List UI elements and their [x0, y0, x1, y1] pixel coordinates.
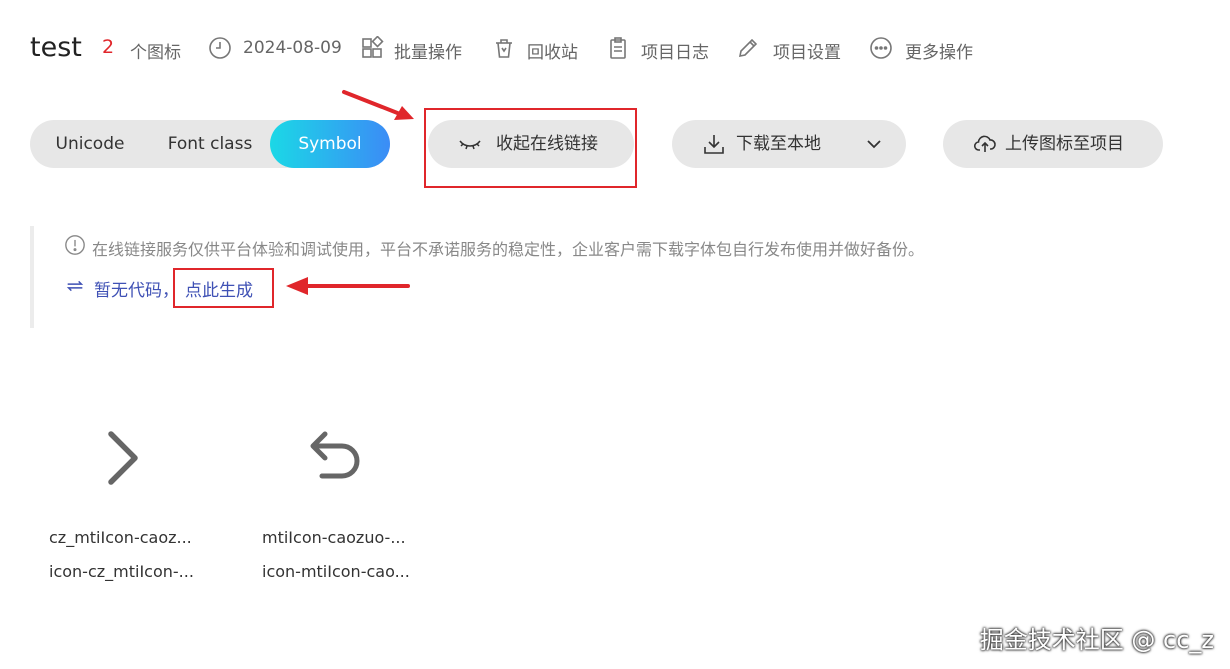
watermark: 掘金技术社区 @ cc_z	[979, 626, 1214, 654]
notice-bar	[30, 226, 34, 328]
upload-label: 上传图标至项目	[1005, 134, 1124, 154]
created-date: 2024-08-09	[243, 38, 342, 58]
highlight-box-generate	[173, 268, 274, 308]
project-settings-link[interactable]: 项目设置	[773, 38, 841, 63]
upload-button[interactable]: 上传图标至项目	[943, 120, 1163, 168]
tab-unicode[interactable]: Unicode	[30, 120, 150, 168]
recycle-bin-link[interactable]: 回收站	[527, 38, 578, 63]
pencil-icon[interactable]	[736, 36, 760, 60]
download-icon	[702, 132, 726, 156]
icon-class: icon-mtiIcon-cao...	[262, 562, 410, 581]
notice-message: 在线链接服务仅供平台体验和调试使用，平台不承诺服务的稳定性，企业客户需下载字体包…	[92, 240, 925, 259]
refresh-icon	[64, 275, 86, 297]
code-type-tabs: Unicode Font class Symbol	[30, 120, 390, 168]
grid-icon[interactable]	[360, 35, 384, 60]
cloud-upload-icon	[973, 132, 997, 156]
icon-class: icon-cz_mtiIcon-...	[49, 562, 194, 581]
more-icon[interactable]	[869, 36, 893, 60]
annotation-arrow-generate	[286, 277, 410, 295]
project-title: test	[30, 32, 82, 63]
trash-icon[interactable]	[492, 36, 516, 60]
download-button[interactable]: 下载至本地	[672, 120, 906, 168]
icon-count: 2	[102, 36, 115, 58]
download-label: 下载至本地	[736, 134, 821, 154]
more-ops-link[interactable]: 更多操作	[905, 38, 973, 63]
tab-symbol[interactable]: Symbol	[270, 120, 390, 168]
highlight-box-collapse	[424, 108, 637, 188]
icon-count-label: 个图标	[130, 43, 181, 63]
batch-ops-link[interactable]: 批量操作	[394, 38, 462, 63]
project-log-link[interactable]: 项目日志	[641, 38, 709, 63]
annotation-arrow-collapse	[342, 90, 414, 120]
info-icon	[64, 234, 86, 256]
icon-name: cz_mtiIcon-caoz...	[49, 528, 192, 547]
chevron-down-icon[interactable]	[862, 132, 886, 156]
clock-icon	[208, 36, 232, 60]
icon-name: mtiIcon-caozuo-...	[262, 528, 406, 547]
tab-font-class[interactable]: Font class	[150, 120, 270, 168]
no-code-text: 暂无代码，	[94, 281, 179, 301]
chevron-right-icon[interactable]	[94, 428, 154, 488]
clipboard-icon[interactable]	[606, 36, 630, 60]
undo-icon[interactable]	[306, 428, 366, 488]
